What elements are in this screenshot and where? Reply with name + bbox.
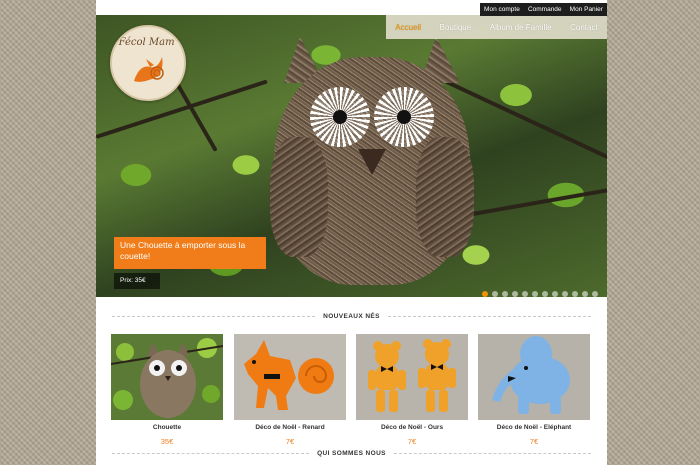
owl-wing — [270, 137, 328, 257]
section-title-text: NOUVEAUX NÉS — [323, 312, 380, 320]
slider-dot[interactable] — [512, 291, 518, 297]
slider-pagination — [482, 291, 598, 297]
owl-eye — [374, 87, 434, 147]
product-price: 7€ — [529, 437, 539, 446]
nav-shop[interactable]: Boutique — [440, 23, 472, 32]
product-card[interactable]: Déco de Noël - Ours 7€ — [356, 334, 468, 449]
slider-dot[interactable] — [532, 291, 538, 297]
slider-dot[interactable] — [492, 291, 498, 297]
product-image[interactable] — [234, 334, 346, 420]
section-title-about: QUI SOMMES NOUS — [112, 447, 591, 459]
product-price: 7€ — [407, 437, 417, 446]
product-name[interactable]: Déco de Noël - Eléphant — [478, 424, 590, 431]
owl-eye — [310, 87, 370, 147]
nav-home[interactable]: Accueil — [395, 23, 421, 32]
product-card[interactable]: Chouette 35€ — [111, 334, 223, 449]
product-card[interactable]: Déco de Noël - Renard 7€ — [234, 334, 346, 449]
slide-caption: Une Chouette à emporter sous la couette! — [114, 237, 266, 269]
slide-price: Prix: 35€ — [114, 273, 160, 289]
section-title-text: QUI SOMMES NOUS — [317, 449, 386, 457]
product-name[interactable]: Déco de Noël - Ours — [356, 424, 468, 431]
nav-contact[interactable]: Contact — [570, 23, 598, 32]
order-link[interactable]: Commande — [528, 6, 562, 13]
site-logo[interactable]: Fécol Mam' — [110, 25, 186, 101]
product-grid: Chouette 35€ Déco de Noël - Renard 7€ Dé… — [111, 334, 592, 449]
product-image[interactable] — [356, 334, 468, 420]
slider-dot[interactable] — [592, 291, 598, 297]
page-container: Fécol Mam' Une Chouette à emporter sous … — [96, 0, 607, 465]
slider-dot[interactable] — [552, 291, 558, 297]
slider-dot[interactable] — [482, 291, 488, 297]
product-image[interactable] — [111, 334, 223, 420]
hero-owl-image — [270, 37, 474, 287]
owl-wing — [416, 137, 474, 257]
slider-dot[interactable] — [572, 291, 578, 297]
cart-link[interactable]: Mon Panier — [570, 6, 603, 13]
section-title-new-arrivals: NOUVEAUX NÉS — [112, 310, 591, 322]
product-image[interactable] — [478, 334, 590, 420]
my-account-link[interactable]: Mon compte — [484, 6, 520, 13]
product-price: 7€ — [285, 437, 295, 446]
account-bar: Mon compte Commande Mon Panier — [480, 3, 607, 16]
main-nav: Accueil Boutique Album de Famille Contac… — [386, 15, 607, 39]
slider-dot[interactable] — [542, 291, 548, 297]
nav-family-album[interactable]: Album de Famille — [490, 23, 552, 32]
product-name[interactable]: Chouette — [111, 424, 223, 431]
fox-logo-icon — [134, 57, 164, 82]
slider-dot[interactable] — [582, 291, 588, 297]
product-card[interactable]: Déco de Noël - Eléphant 7€ — [478, 334, 590, 449]
slider-dot[interactable] — [522, 291, 528, 297]
product-name[interactable]: Déco de Noël - Renard — [234, 424, 346, 431]
branch — [455, 187, 607, 219]
slider-dot[interactable] — [562, 291, 568, 297]
product-price: 35€ — [160, 437, 174, 446]
slider-dot[interactable] — [502, 291, 508, 297]
logo-text: Fécol Mam' — [118, 37, 178, 48]
hero-slider[interactable]: Fécol Mam' Une Chouette à emporter sous … — [96, 15, 607, 297]
